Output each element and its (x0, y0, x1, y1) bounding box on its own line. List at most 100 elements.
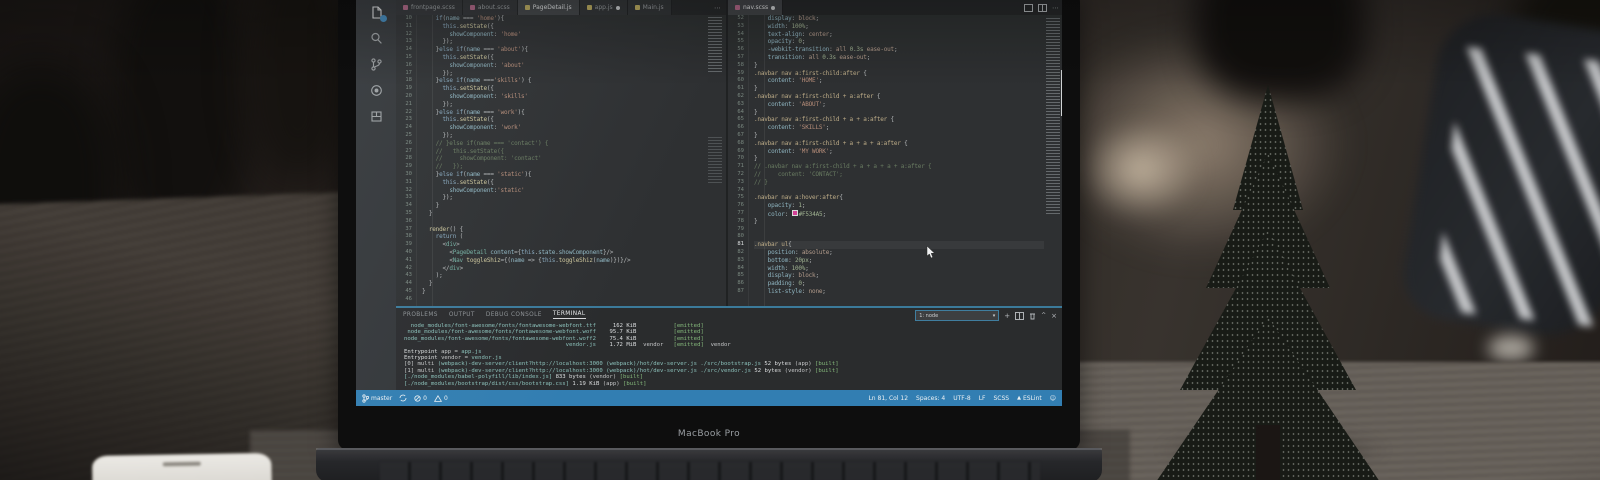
maximize-panel-icon[interactable]: ^ (1041, 312, 1046, 319)
line-number: 11 (405, 22, 412, 29)
code-line: width: 100%; (767, 264, 809, 272)
tab-label: PageDetail.js (532, 4, 572, 11)
more-actions-icon[interactable]: ⋯ (1052, 4, 1059, 12)
status-scss[interactable]: SCSS (993, 395, 1009, 402)
status-lf[interactable]: LF (979, 395, 986, 402)
minimap[interactable] (1044, 15, 1062, 306)
scrollbar-indicator[interactable] (1061, 70, 1062, 116)
tab-app.js[interactable]: app.js (579, 0, 628, 15)
extensions-icon[interactable] (369, 109, 384, 124)
code-line: } (754, 85, 758, 93)
line-number: 35 (405, 209, 412, 216)
line-number: 30 (405, 170, 412, 177)
kill-terminal-icon[interactable] (1029, 312, 1036, 320)
line-number: 74 (737, 186, 744, 193)
editor-group-right: nav.scss ⋯ 52 53 54 55 56 57 58 59 60 61 62 63 64 65 6… (726, 0, 1062, 306)
line-number: 63 (737, 100, 744, 107)
branch-name: master (371, 394, 393, 402)
open-preview-icon[interactable] (1024, 4, 1033, 12)
tab-nav.scss[interactable]: nav.scss (728, 0, 784, 15)
code-editor-scss[interactable]: display: block; width: 100%; text-align:… (748, 15, 1044, 306)
line-number: 70 (737, 155, 744, 162)
phone-speaker (162, 461, 201, 467)
explorer-icon[interactable] (369, 5, 387, 22)
line-number: 15 (405, 53, 412, 60)
code-line: this.setState({ (442, 116, 494, 124)
search-icon[interactable] (369, 31, 384, 46)
status-eslint[interactable]: ▲ ESLint (1017, 395, 1042, 402)
status-label: Ln 81, Col 12 (868, 394, 909, 402)
error-indicator[interactable]: 0 (414, 395, 427, 402)
js-file-icon (524, 5, 530, 10)
line-number-gutter: 10 11 12 13 14 15 16 17 18 19 20 21 22 23 24 25 26 27 28 29… (396, 15, 416, 306)
tab-label: app.js (594, 4, 613, 11)
panel-tab-terminal[interactable]: TERMINAL (552, 311, 586, 319)
line-number: 18 (405, 77, 412, 84)
line-number: 23 (405, 116, 412, 123)
code-line: display: block; (767, 272, 819, 280)
branch-icon (362, 393, 369, 403)
line-number: 58 (737, 61, 744, 68)
line-number: 24 (405, 124, 412, 131)
sync-indicator[interactable] (399, 394, 407, 402)
tab-Main.js[interactable]: Main.js (627, 0, 672, 15)
code-line: // this.setState({ (422, 147, 504, 155)
code-line: } (754, 155, 758, 163)
warning-indicator[interactable]: 0 (434, 395, 448, 402)
line-number: 42 (405, 264, 412, 271)
photo-scene: frontpage.scss about.scss PageDetail.js app… (0, 0, 1600, 480)
debug-icon[interactable] (369, 83, 384, 98)
warning-count: 0 (444, 394, 448, 402)
tab-PageDetail.js[interactable]: PageDetail.js (517, 0, 580, 15)
line-number: 69 (737, 147, 744, 154)
git-branch-indicator[interactable]: master (362, 393, 393, 403)
panel: PROBLEMS OUTPUT DEBUG CONSOLE TERMINAL 1: n… (396, 306, 1062, 390)
line-number: 10 (405, 15, 412, 21)
code-line: .navbar nav a:first-child + a + a + a:af… (754, 139, 908, 147)
line-number: 67 (737, 131, 744, 138)
status-label: ESLint (1022, 394, 1042, 402)
new-terminal-icon[interactable]: + (1004, 312, 1010, 320)
code-line: } (754, 108, 758, 116)
terminal-output[interactable]: node_modules/font-awesome/fonts/fontawes… (404, 323, 1058, 388)
editor-area: frontpage.scss about.scss PageDetail.js app… (396, 0, 1062, 306)
minimap[interactable] (706, 15, 726, 306)
status-label: LF (978, 394, 986, 402)
tab-frontpage.scss[interactable]: frontpage.scss (396, 0, 463, 15)
source-control-icon[interactable] (369, 57, 384, 72)
code-line: }); (442, 131, 453, 139)
panel-tab-problems[interactable]: PROBLEMS (403, 312, 438, 318)
warning-icon (434, 394, 442, 402)
line-number: 68 (737, 139, 744, 146)
terminal-selector[interactable]: 1: node ▾ (915, 310, 1000, 321)
code-line: } (754, 217, 758, 225)
panel-tab-debug-console[interactable]: DEBUG CONSOLE (486, 312, 542, 318)
line-number: 55 (737, 38, 744, 45)
status-smiley[interactable]: ☺ (1050, 395, 1056, 402)
status-ln-81-col-12[interactable]: Ln 81, Col 12 (868, 395, 908, 402)
line-number: 82 (737, 248, 744, 255)
code-line: transition: all 0.3s ease-out; (767, 53, 871, 61)
panel-tab-output[interactable]: OUTPUT (449, 312, 475, 318)
line-number: 52 (737, 15, 744, 21)
status-spaces-4[interactable]: Spaces: 4 (916, 395, 945, 402)
line-number: 46 (405, 295, 412, 302)
code-line: text-align: center; (767, 30, 833, 38)
close-panel-icon[interactable]: × (1051, 312, 1057, 320)
split-terminal-icon[interactable] (1015, 311, 1025, 320)
code-line: </div> (442, 264, 463, 272)
code-line: this.setState({ (442, 53, 494, 61)
status-utf-8[interactable]: UTF-8 (953, 395, 971, 402)
split-editor-icon[interactable] (1038, 4, 1047, 12)
tab-about.scss[interactable]: about.scss (462, 0, 518, 15)
code-line: }else if(name === 'about'){ (435, 46, 528, 54)
code-line: opacity: 0; (767, 38, 806, 46)
editor-group-left: frontpage.scss about.scss PageDetail.js app… (396, 0, 726, 306)
code-editor-javascript[interactable]: if(name === 'home'){ this.setState({ sho… (416, 15, 706, 306)
code-line: padding: 0; (767, 280, 806, 288)
line-number: 80 (737, 233, 744, 240)
more-actions-icon[interactable]: ⋯ (714, 4, 721, 12)
status-label: SCSS (993, 394, 1010, 402)
code-line: // } (754, 178, 768, 186)
code-line: .navbar ul{ (754, 241, 1044, 249)
